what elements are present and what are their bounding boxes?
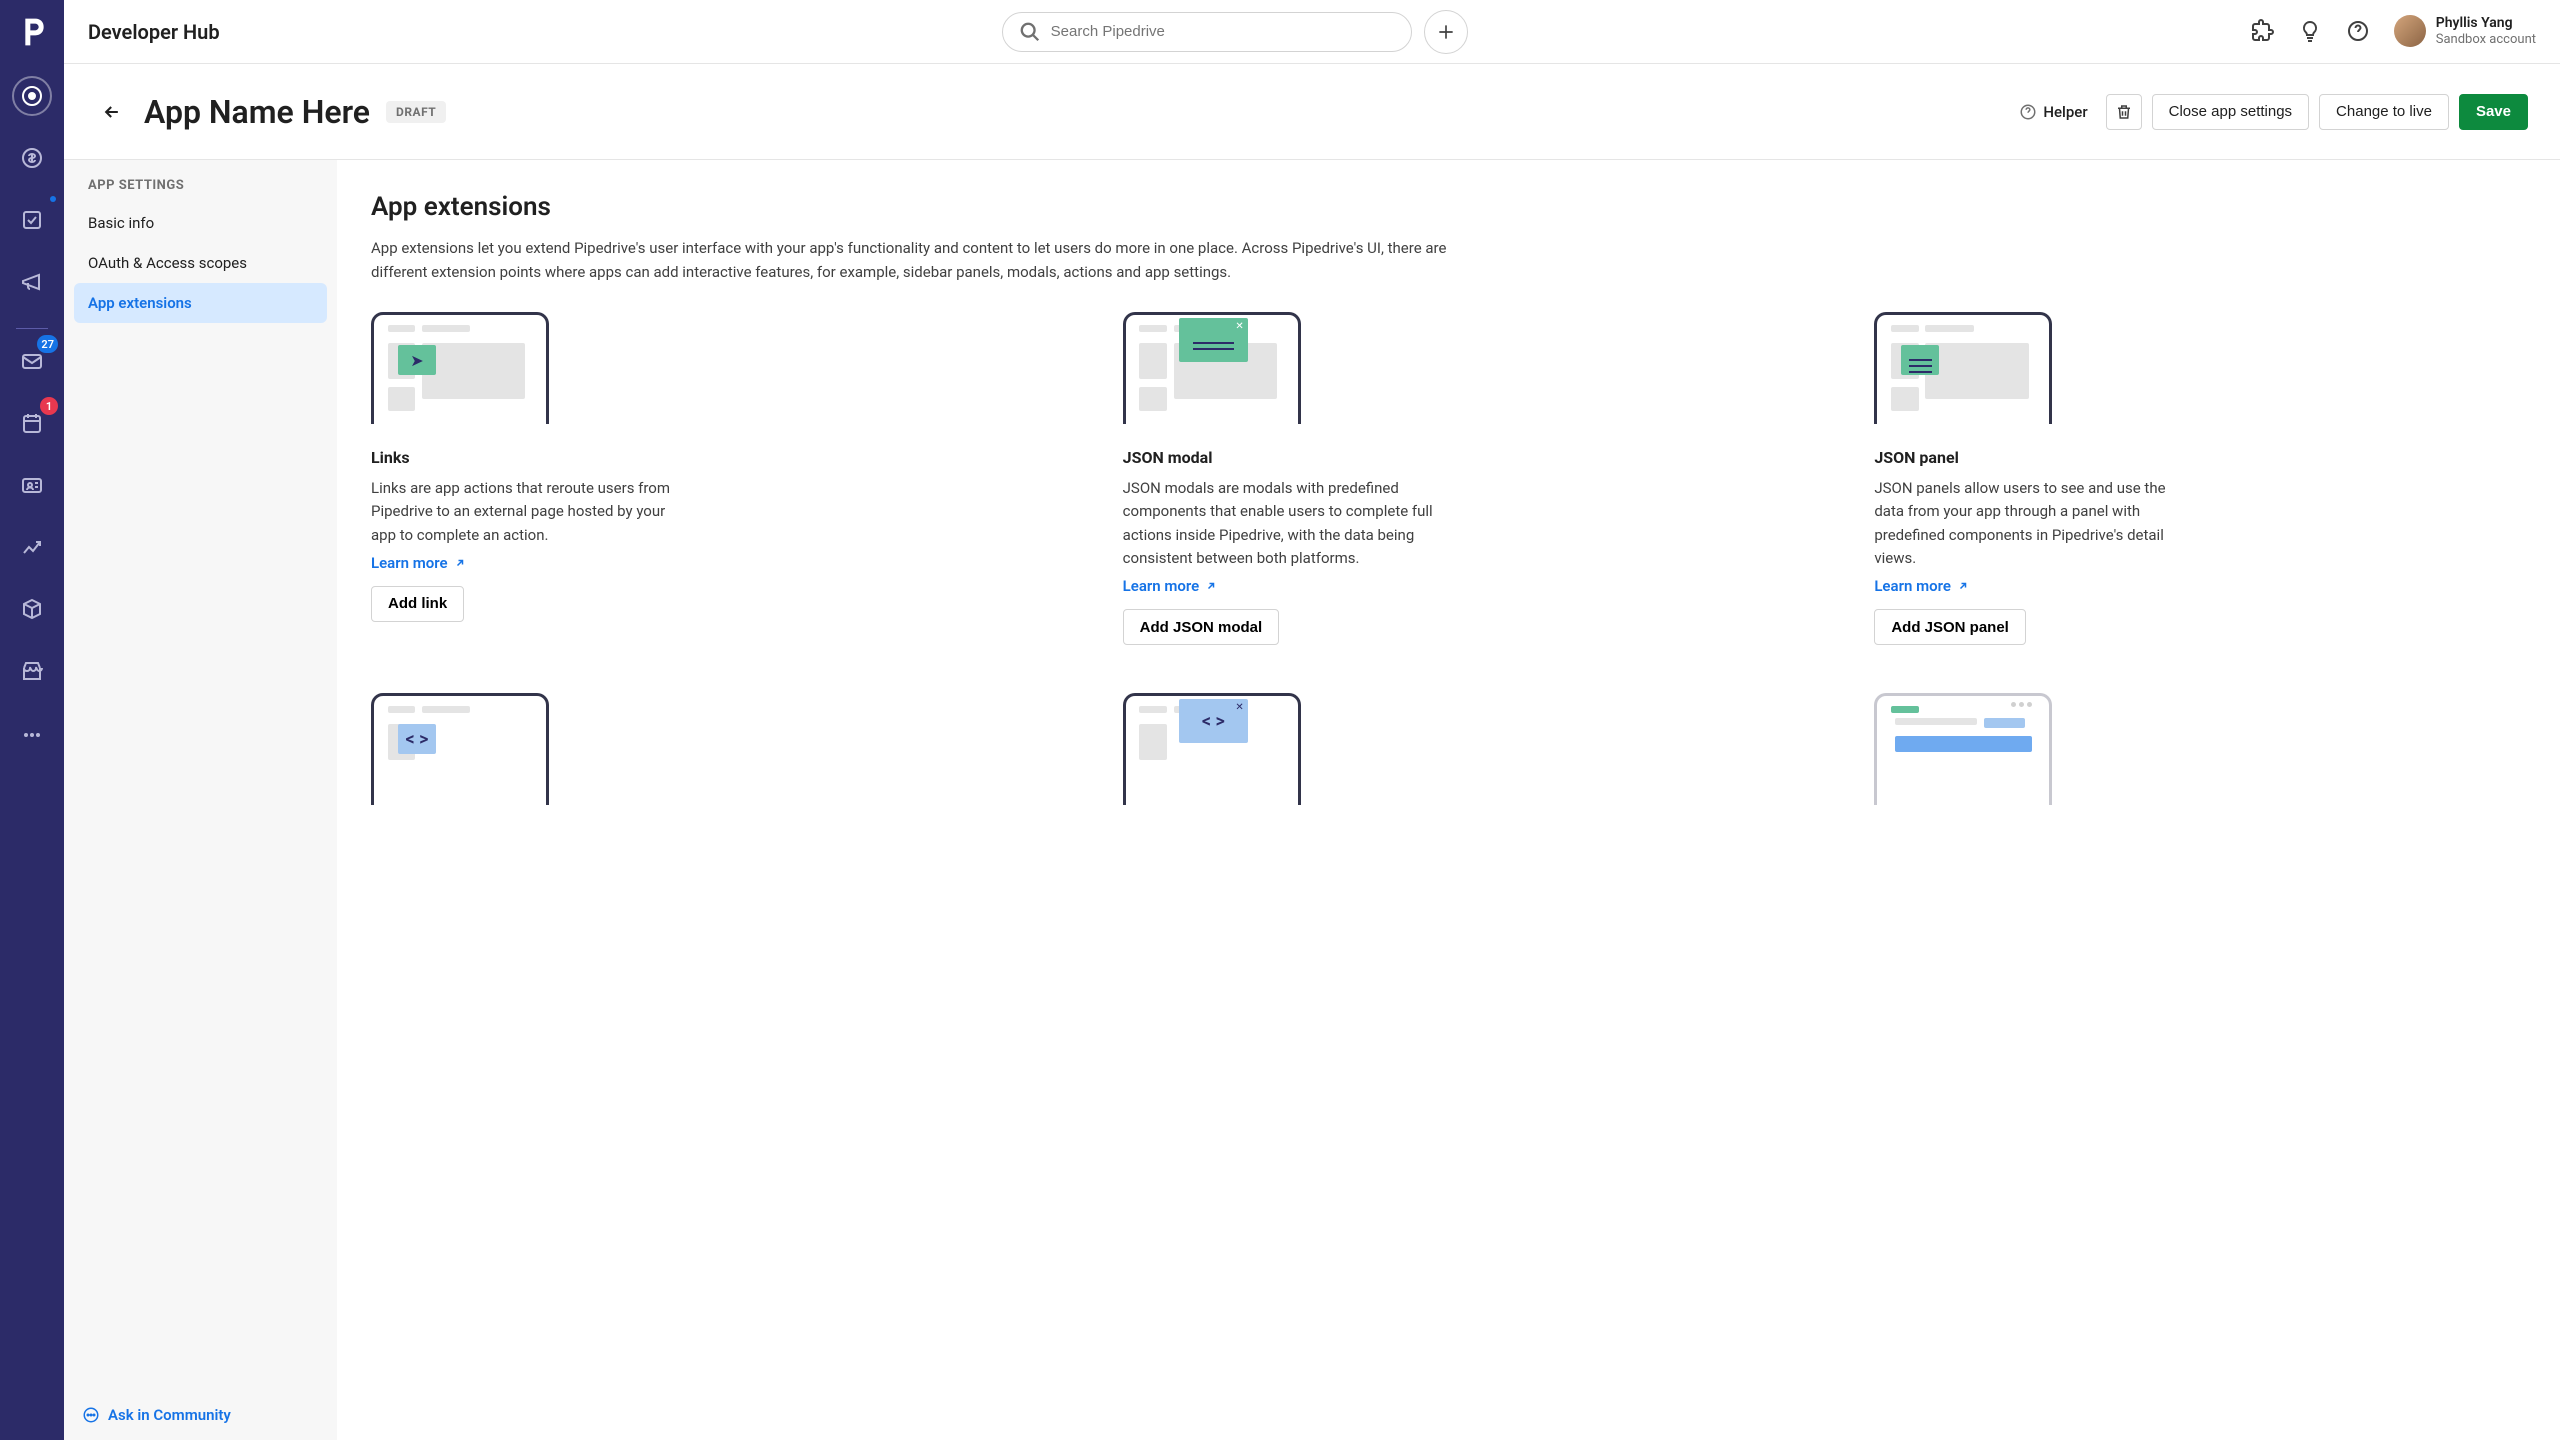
delete-button[interactable] [2106,94,2142,130]
learn-more-json-panel[interactable]: Learn more [1874,577,1969,595]
user-name: Phyllis Yang [2436,15,2536,32]
nav-projects[interactable] [12,200,52,240]
json-modal-preview-image: ✕ [1123,312,1301,424]
add-button[interactable] [1424,10,1468,54]
nav-mail[interactable]: 27 [12,341,52,381]
search-input[interactable] [1051,23,1395,40]
nav-more[interactable] [12,715,52,755]
sidebar-item-app-extensions[interactable]: App extensions [74,283,327,323]
external-link-icon [454,557,466,569]
user-account: Sandbox account [2436,32,2536,48]
nav-marketplace[interactable] [12,651,52,691]
avatar [2394,15,2426,47]
trash-icon [2115,103,2133,121]
custom-modal-preview-image: ✕ < > [1123,693,1301,805]
nav-insights[interactable] [12,527,52,567]
extension-icon[interactable] [2250,19,2274,43]
activities-badge: 1 [40,397,58,415]
card-desc-json-panel: JSON panels allow users to see and use t… [1874,477,2194,570]
page-brand: Developer Hub [88,20,220,44]
json-panel-preview-image [1874,312,2052,424]
chat-icon [82,1406,100,1424]
app-name: App Name Here [144,93,370,131]
add-json-panel-button[interactable]: Add JSON panel [1874,609,2026,645]
nav-leads[interactable] [12,76,52,116]
external-link-icon [1205,580,1217,592]
card-title-json-panel: JSON panel [1874,448,2194,467]
plus-icon [1436,22,1456,42]
sidebar-heading: APP SETTINGS [74,178,327,203]
search-box[interactable] [1002,12,1412,52]
logo[interactable] [12,12,52,52]
arrow-left-icon [102,102,122,122]
lightbulb-icon[interactable] [2298,19,2322,43]
nav-products[interactable] [12,589,52,629]
external-link-icon [1957,580,1969,592]
help-icon[interactable] [2346,19,2370,43]
change-to-live-button[interactable]: Change to live [2319,94,2449,130]
back-button[interactable] [96,96,128,128]
card-desc-links: Links are app actions that reroute users… [371,477,691,547]
ask-community-link[interactable]: Ask in Community [82,1406,231,1424]
status-badge: DRAFT [386,101,446,123]
learn-more-json-modal[interactable]: Learn more [1123,577,1218,595]
add-link-button[interactable]: Add link [371,586,464,622]
sidebar-item-oauth[interactable]: OAuth & Access scopes [74,243,327,283]
links-preview-image: ➤ [371,312,549,424]
mail-badge: 27 [37,335,58,353]
nav-campaigns[interactable] [12,262,52,302]
sidebar-item-basic-info[interactable]: Basic info [74,203,327,243]
settings-preview-image [1874,693,2052,805]
learn-more-links[interactable]: Learn more [371,554,466,572]
nav-activities[interactable]: 1 [12,403,52,443]
search-icon [1019,21,1041,43]
page-title: App extensions [371,192,2526,222]
save-button[interactable]: Save [2459,94,2528,130]
card-desc-json-modal: JSON modals are modals with predefined c… [1123,477,1443,570]
page-description: App extensions let you extend Pipedrive'… [371,236,1451,284]
card-title-json-modal: JSON modal [1123,448,1443,467]
helper-link[interactable]: Helper [2019,103,2087,121]
user-menu[interactable]: Phyllis Yang Sandbox account [2394,15,2536,47]
card-title-links: Links [371,448,691,467]
nav-contacts[interactable] [12,465,52,505]
close-settings-button[interactable]: Close app settings [2152,94,2309,130]
add-json-modal-button[interactable]: Add JSON modal [1123,609,1280,645]
help-circle-icon [2019,103,2037,121]
custom-panel-preview-image: < > [371,693,549,805]
nav-deals[interactable] [12,138,52,178]
